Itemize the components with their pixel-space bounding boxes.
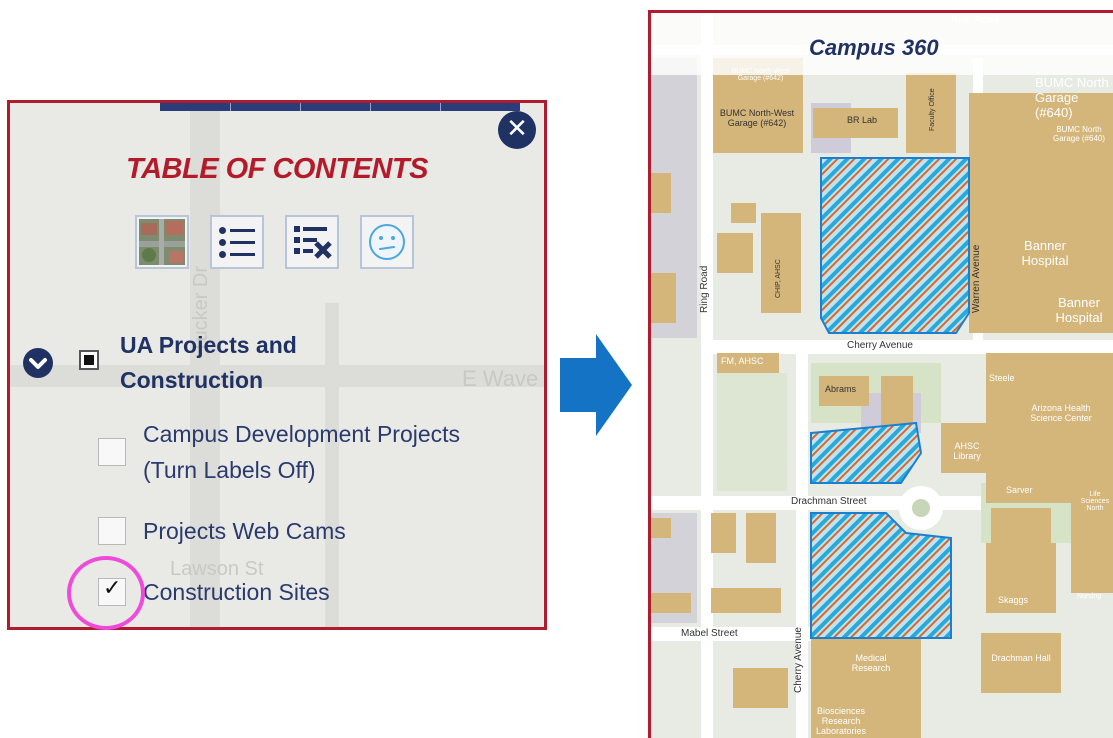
building-label: Nursing [1077, 593, 1102, 600]
close-button[interactable]: ✕ [498, 111, 536, 149]
layer-group-label: UA Projects and Construction [120, 332, 297, 393]
expand-layer-group-button[interactable] [23, 348, 53, 378]
basemap-thumbnail-icon [139, 219, 185, 265]
sublayer-label: Projects Web Cams [143, 518, 346, 544]
street-label: Mabel Street [681, 628, 738, 639]
background-street-label: E Wave [462, 366, 539, 391]
map-view[interactable]: Campus 360 Ring Road Ring Road Cherry Av… [648, 10, 1113, 738]
building-label: Faculty Office [929, 88, 936, 131]
map-title: Campus 360 [809, 35, 939, 60]
building-label: Banner Hospital [1055, 295, 1103, 325]
street-label: Ring Road [951, 15, 999, 26]
feedback-button[interactable] [360, 215, 414, 269]
highlight-circle [67, 556, 145, 630]
basemap-button[interactable] [135, 215, 189, 269]
toc-title: TABLE OF CONTENTS [126, 153, 428, 185]
building-label: Medical Research [851, 653, 891, 673]
building-label: AHSC Library [953, 441, 981, 461]
legend-button[interactable] [210, 215, 264, 269]
building-label: Steele [989, 373, 1015, 383]
street-label: Cherry Avenue [793, 627, 804, 693]
sublayer-label: Campus Development Projects (Turn Labels… [143, 421, 461, 483]
building-label: BR Lab [847, 115, 878, 125]
building-label: BUMC North Garage (#640) [1052, 125, 1106, 143]
web-cams-checkbox[interactable] [98, 517, 126, 545]
toolbar-tab-strip [160, 103, 520, 111]
right-arrow-icon [560, 334, 632, 436]
building-label: Arizona Health Science Center [1030, 403, 1092, 423]
table-of-contents-panel: E Wave Tucker Dr Lawson St TABLE OF CONT… [7, 100, 547, 630]
building-label: BUMC North-West Garage (#642) [719, 108, 795, 128]
street-label: Drachman Street [791, 496, 867, 507]
layer-group-checkbox[interactable] [79, 350, 99, 370]
legend-list-icon [219, 227, 255, 258]
building-label: Abrams [825, 384, 857, 394]
building-label: FM, AHSC [721, 356, 764, 366]
building-label: Banner Hospital [1021, 238, 1069, 268]
sublayer-label: Construction Sites [143, 579, 330, 605]
chevron-down-icon [29, 358, 47, 369]
building-label: BUMC North-West Garage (#642) [731, 68, 790, 82]
street-label: Warren Avenue [971, 244, 982, 313]
campus-development-checkbox[interactable] [98, 438, 126, 466]
street-label: Ring Road [699, 265, 710, 313]
building-label: Sarver [1006, 485, 1033, 495]
layer-list-button[interactable] [285, 215, 339, 269]
building-label: Skaggs [998, 595, 1029, 605]
building-label: Drachman Hall [991, 653, 1051, 663]
building-label: BUMC North Garage (#640) [1035, 75, 1109, 120]
building-label: Life Sciences North [1080, 491, 1110, 512]
layer-remove-icon [294, 226, 332, 259]
building-label: CHIP, AHSC [775, 259, 782, 298]
street-label: Cherry Avenue [847, 340, 913, 351]
feedback-face-icon [369, 224, 405, 260]
building-label: Biosciences Research Laboratories [815, 706, 867, 736]
